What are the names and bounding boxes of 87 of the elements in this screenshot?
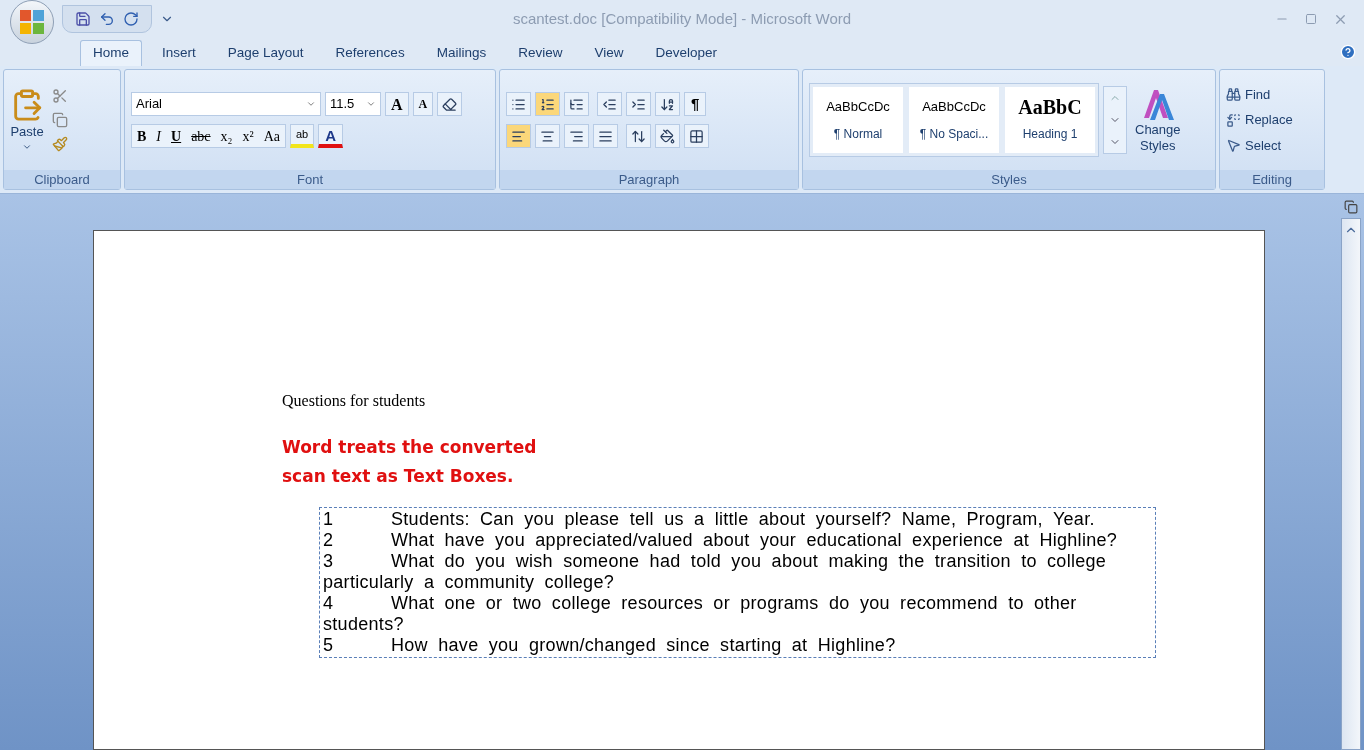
decrease-indent-button[interactable]: [597, 92, 622, 116]
caret-icon: [306, 99, 316, 109]
align-right-icon: [569, 128, 584, 144]
style-gallery-item[interactable]: AaBbCcDc ¶ No Spaci...: [909, 87, 999, 153]
note-text: Word treats the converted: [282, 436, 537, 459]
question-text: 5 How have you grown/changed since starting at Highline?: [323, 635, 897, 656]
binoculars-icon: [1226, 87, 1241, 102]
format-button[interactable]: x²: [237, 125, 259, 147]
numbering-icon: [540, 96, 555, 112]
style-gallery-item[interactable]: AaBbC Heading 1: [1005, 87, 1095, 153]
ribbon-tab[interactable]: Review: [506, 40, 575, 66]
replace-icon: [1226, 112, 1241, 128]
multilevel-list-button[interactable]: [564, 92, 589, 116]
select-button[interactable]: Select: [1226, 135, 1293, 156]
paste-button[interactable]: Paste: [10, 88, 44, 152]
group-label: Clipboard: [34, 170, 90, 189]
pointer-icon: [1226, 138, 1241, 153]
multilevel-list-icon: [569, 96, 584, 112]
style-gallery-item[interactable]: AaBbCcDc ¶ Normal: [813, 87, 903, 153]
change-styles-button[interactable]: Change Styles: [1135, 85, 1181, 155]
shrink-font-button[interactable]: A: [412, 92, 434, 116]
font-color-button[interactable]: A: [318, 124, 344, 148]
ribbon-tab[interactable]: View: [582, 40, 636, 66]
format-painter-icon[interactable]: [52, 136, 68, 152]
office-logo: [19, 9, 45, 35]
save-icon[interactable]: [75, 11, 91, 27]
borders-icon: [689, 128, 704, 144]
ribbon-tab[interactable]: Home: [80, 40, 142, 66]
question-text: 3 What do you wish someone had told you about making the transition to college particularly a community college?: [323, 551, 1108, 593]
line-spacing-icon: [631, 128, 646, 144]
justify-icon: [598, 128, 613, 144]
replace-button[interactable]: Replace: [1226, 110, 1293, 130]
increase-indent-button[interactable]: [626, 92, 651, 116]
ribbon-tab[interactable]: Insert: [150, 40, 208, 66]
format-button[interactable]: B: [132, 125, 152, 147]
sort-icon: [660, 96, 675, 112]
undo-icon[interactable]: [99, 11, 115, 27]
find-button[interactable]: Find: [1226, 84, 1293, 105]
question-text: 2 What have you appreciated/valued about your educational experience at Highline?: [323, 530, 1119, 551]
grow-font-button[interactable]: A: [385, 92, 409, 116]
ribbon-tab[interactable]: Page Layout: [215, 40, 316, 66]
borders-button[interactable]: [684, 124, 709, 148]
question-text: 1 Students: Can you please tell us a little about yourself? Name, Program, Year.: [323, 509, 1096, 530]
justify-button[interactable]: [593, 124, 618, 148]
bullets-icon: [511, 96, 526, 112]
format-button[interactable]: I: [151, 125, 166, 147]
shading-icon: [660, 128, 675, 144]
show-marks-button[interactable]: ¶: [684, 92, 707, 116]
format-button[interactable]: Aa: [258, 125, 285, 147]
clear-formatting-button[interactable]: [437, 92, 463, 116]
group-label: Font: [297, 170, 323, 189]
document-heading: Questions for students: [282, 391, 427, 411]
copy-icon[interactable]: [52, 112, 68, 128]
help-icon[interactable]: [1340, 44, 1356, 60]
group-label: Styles: [991, 170, 1027, 189]
group-label: Paragraph: [618, 170, 680, 189]
clear-formatting-icon: [442, 96, 458, 112]
vertical-scrollbar[interactable]: [1341, 218, 1361, 750]
question-text: 4 What one or two college resources or programs do you recommend to other students?: [323, 593, 1078, 635]
caret-icon: [366, 99, 376, 109]
ribbon-tab[interactable]: Developer: [643, 40, 729, 66]
cut-icon[interactable]: [52, 88, 68, 104]
font-name-field[interactable]: Arial: [131, 92, 321, 116]
shading-button[interactable]: [655, 124, 680, 148]
numbering-button[interactable]: [535, 92, 560, 116]
redo-icon[interactable]: [123, 11, 139, 27]
note-text: scan text as Text Boxes.: [282, 465, 514, 488]
bullets-button[interactable]: [506, 92, 531, 116]
format-button[interactable]: abc: [186, 125, 216, 147]
align-center-button[interactable]: [535, 124, 560, 148]
ribbon-tab[interactable]: Mailings: [424, 40, 499, 66]
format-button[interactable]: x₂: [215, 125, 238, 147]
decrease-indent-icon: [602, 96, 617, 112]
sort-button[interactable]: [655, 92, 680, 116]
font-size-field[interactable]: 11.5: [325, 92, 381, 116]
align-right-button[interactable]: [564, 124, 589, 148]
align-center-icon: [540, 128, 555, 144]
window-title: scantest.doc [Compatibility Mode] - Microsoft Word: [512, 9, 852, 29]
office-button[interactable]: [10, 0, 54, 44]
increase-indent-icon: [631, 96, 646, 112]
line-spacing-button[interactable]: [626, 124, 651, 148]
align-left-icon: [511, 128, 526, 144]
format-button[interactable]: U: [166, 125, 187, 147]
group-label: Editing: [1252, 170, 1292, 189]
highlight-button[interactable]: ab: [290, 124, 315, 148]
ribbon-tab[interactable]: References: [323, 40, 417, 66]
align-left-button[interactable]: [506, 124, 531, 148]
